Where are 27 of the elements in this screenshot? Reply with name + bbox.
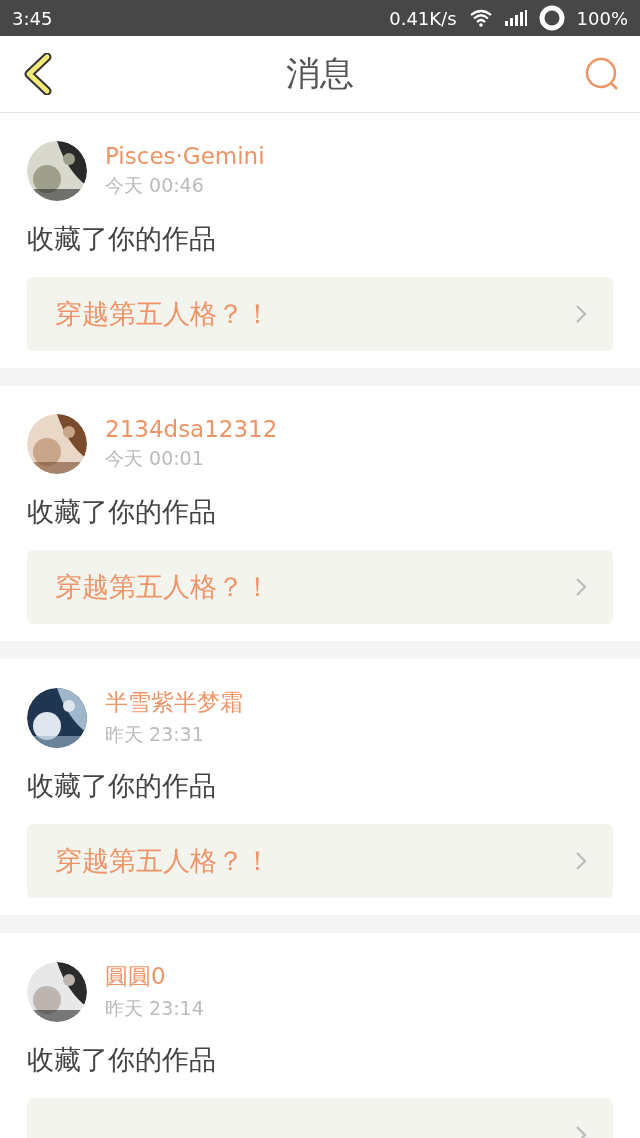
status-time: 3:45 xyxy=(12,7,53,29)
wifi-icon xyxy=(468,9,493,27)
message-time: 今天 00:46 xyxy=(105,173,205,198)
chevron-icon xyxy=(575,304,587,324)
chevron-icon xyxy=(575,851,587,871)
message-text: 收藏了你的作品 xyxy=(27,769,217,803)
message-text: 收藏了你的作品 xyxy=(27,222,217,256)
user-name[interactable]: Pisces·Gemini xyxy=(105,143,265,169)
user-name[interactable]: 半雪紫半梦霜 xyxy=(105,687,243,718)
ring-icon xyxy=(538,5,565,31)
signal-icon xyxy=(504,10,527,26)
work-link[interactable]: 穿越第五人格？！ xyxy=(27,277,613,351)
message-time: 昨天 23:31 xyxy=(105,722,205,747)
work-link[interactable]: 穿越第五人格？！ xyxy=(27,824,613,898)
network-speed: 0.41K/s xyxy=(389,7,457,29)
work-link[interactable]: 穿越第五人格？！ xyxy=(27,550,613,624)
message-text: 收藏了你的作品 xyxy=(27,1043,217,1077)
back-icon xyxy=(23,53,53,95)
message-time: 昨天 23:14 xyxy=(105,996,204,1021)
message-time: 今天 00:01 xyxy=(105,446,205,471)
chevron-icon xyxy=(575,577,587,597)
page-title: 消息 xyxy=(286,52,354,95)
message-text: 收藏了你的作品 xyxy=(27,495,217,529)
user-name[interactable]: 圓圓0 xyxy=(105,961,204,992)
user-name[interactable]: 2134dsa12312 xyxy=(105,416,278,442)
search-icon xyxy=(584,56,620,92)
battery-level: 100% xyxy=(576,7,628,29)
